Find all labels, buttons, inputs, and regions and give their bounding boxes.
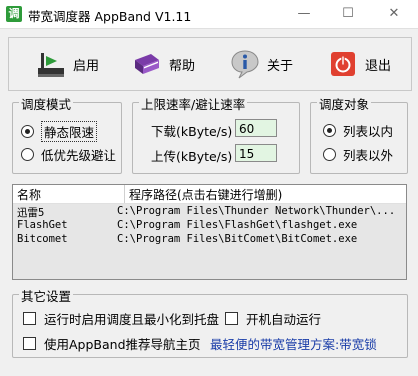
mode-group: 调度模式 静态限速 低优先级避让 bbox=[12, 94, 122, 174]
mode-static-radio[interactable]: 静态限速 bbox=[21, 121, 98, 142]
autostart-label: 开机自动运行 bbox=[246, 312, 322, 327]
other-settings-title: 其它设置 bbox=[19, 286, 74, 305]
program-list[interactable]: 名称 程序路径(点击右键进行增删) 迅雷5 C:\Program Files\T… bbox=[12, 184, 407, 280]
radio-dot bbox=[323, 148, 336, 161]
row-name: FlashGet bbox=[17, 219, 68, 231]
target-outside-label: 列表以外 bbox=[343, 148, 394, 163]
list-row[interactable]: FlashGet C:\Program Files\FlashGet\flash… bbox=[13, 219, 406, 233]
rate-group-title: 上限速率/避让速率 bbox=[139, 94, 248, 113]
homepage-checkbox[interactable]: 使用AppBand推荐导航主页 bbox=[23, 334, 201, 353]
mode-lowpriority-label: 低优先级避让 bbox=[41, 148, 117, 163]
maximize-button[interactable]: ☐ bbox=[326, 0, 370, 28]
column-header-name[interactable]: 名称 bbox=[17, 186, 41, 203]
minimize-to-tray-checkbox[interactable]: 运行时启用调度且最小化到托盘 bbox=[23, 309, 219, 328]
row-path: C:\Program Files\BitComet\BitComet.exe bbox=[117, 233, 358, 245]
list-header: 名称 程序路径(点击右键进行增删) bbox=[13, 185, 406, 204]
radio-dot bbox=[21, 148, 34, 161]
target-outside-radio[interactable]: 列表以外 bbox=[323, 145, 393, 164]
start-label: 启用 bbox=[73, 58, 100, 74]
list-row[interactable]: Bitcomet C:\Program Files\BitComet\BitCo… bbox=[13, 233, 406, 247]
about-button[interactable]: 关于 bbox=[229, 46, 293, 82]
about-label: 关于 bbox=[267, 58, 294, 74]
upload-label: 上传(kByte/s) bbox=[151, 149, 233, 164]
power-icon bbox=[331, 52, 355, 76]
radio-dot bbox=[323, 124, 336, 137]
checkbox-box bbox=[23, 312, 36, 325]
exit-button[interactable]: 退出 bbox=[327, 46, 391, 82]
close-button[interactable]: ✕ bbox=[372, 0, 416, 28]
title-bar: 调 带宽调度器 AppBand V1.11 — ☐ ✕ bbox=[0, 0, 418, 29]
book-icon bbox=[135, 54, 159, 74]
checkbox-box bbox=[23, 337, 36, 350]
list-row[interactable]: 迅雷5 C:\Program Files\Thunder Network\Thu… bbox=[13, 205, 406, 219]
row-path: C:\Program Files\Thunder Network\Thunder… bbox=[117, 205, 396, 217]
upload-rate-input[interactable]: 15 bbox=[235, 144, 277, 162]
minimize-button[interactable]: — bbox=[282, 0, 326, 28]
help-label: 帮助 bbox=[169, 58, 196, 74]
mode-lowpriority-radio[interactable]: 低优先级避让 bbox=[21, 145, 116, 164]
download-rate-input[interactable]: 60 bbox=[235, 119, 277, 137]
start-button[interactable]: 启用 bbox=[35, 46, 99, 82]
start-icon bbox=[38, 53, 64, 77]
target-inside-radio[interactable]: 列表以内 bbox=[323, 121, 393, 140]
row-name: 迅雷5 bbox=[17, 207, 45, 219]
info-icon bbox=[231, 50, 259, 79]
row-name: Bitcomet bbox=[17, 233, 68, 245]
checkbox-box bbox=[225, 312, 238, 325]
download-label: 下载(kByte/s) bbox=[151, 124, 233, 139]
mode-static-label: 静态限速 bbox=[41, 121, 98, 142]
rate-group: 上限速率/避让速率 下载(kByte/s) 60 上传(kByte/s) 15 bbox=[132, 94, 300, 174]
window-title: 带宽调度器 AppBand V1.11 bbox=[28, 9, 192, 24]
exit-label: 退出 bbox=[365, 58, 392, 74]
toolbar: 启用 帮助 关于 退出 bbox=[8, 37, 412, 91]
row-path: C:\Program Files\FlashGet\flashget.exe bbox=[117, 219, 358, 231]
homepage-label: 使用AppBand推荐导航主页 bbox=[44, 337, 201, 352]
mode-group-title: 调度模式 bbox=[19, 94, 74, 113]
target-group-title: 调度对象 bbox=[317, 94, 372, 113]
column-header-path[interactable]: 程序路径(点击右键进行增删) bbox=[129, 186, 282, 203]
app-icon: 调 bbox=[6, 6, 22, 22]
target-inside-label: 列表以内 bbox=[343, 124, 394, 139]
radio-dot bbox=[21, 125, 34, 138]
target-group: 调度对象 列表以内 列表以外 bbox=[310, 94, 408, 174]
column-divider[interactable] bbox=[124, 185, 125, 203]
promo-link[interactable]: 最轻便的带宽管理方案:带宽锁 bbox=[210, 334, 377, 353]
list-body[interactable]: 迅雷5 C:\Program Files\Thunder Network\Thu… bbox=[13, 204, 406, 279]
help-button[interactable]: 帮助 bbox=[131, 46, 195, 82]
autostart-checkbox[interactable]: 开机自动运行 bbox=[225, 309, 321, 328]
minimize-to-tray-label: 运行时启用调度且最小化到托盘 bbox=[44, 312, 220, 327]
